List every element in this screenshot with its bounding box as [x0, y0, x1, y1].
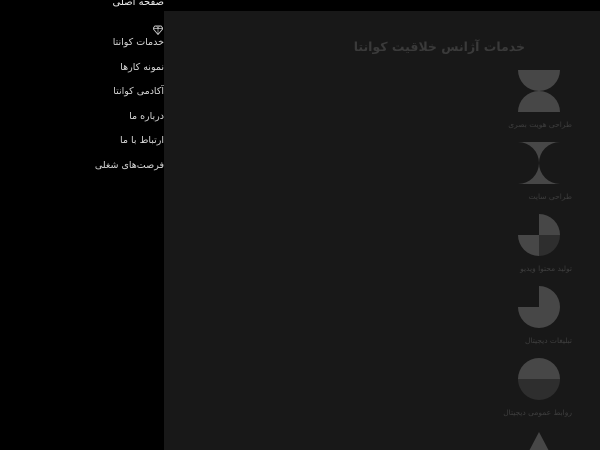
- split-circle-icon: [518, 358, 560, 400]
- diamond-icon: [153, 25, 163, 35]
- top-bar: [164, 0, 600, 11]
- nav-item-academy[interactable]: آکادمی کوانتا: [113, 86, 164, 97]
- service-label: طراحی سایت: [528, 192, 572, 201]
- service-label: طراحی هویت بصری: [508, 120, 572, 129]
- nav-item-portfolio[interactable]: نمونه کارها: [120, 62, 164, 73]
- service-label: روابط عمومی دیجیتال: [503, 408, 572, 417]
- bowtie-icon: [518, 142, 560, 184]
- service-label: تولید محتوا ویدیو: [520, 264, 572, 273]
- main-content: خدمات آژانس خلاقیت کوانتا طراحی هویت بصر…: [164, 11, 600, 450]
- three-quarter-pie-icon: [518, 286, 560, 328]
- page-title: خدمات آژانس خلاقیت کوانتا: [353, 39, 525, 54]
- hourglass-halves-icon: [518, 70, 560, 112]
- nav-home-link[interactable]: صفحه اصلی: [113, 0, 164, 8]
- app-window: صفحه اصلی خدمات کوانتا نمونه کارها آکادم…: [0, 0, 600, 450]
- quarter-pie-icon: [518, 214, 560, 256]
- nav-item-about[interactable]: درباره ما: [129, 111, 164, 122]
- nav-item-contact[interactable]: ارتباط با ما: [120, 135, 164, 146]
- nav-item-careers[interactable]: فرصت‌های شغلی: [95, 160, 164, 171]
- nav-item-services[interactable]: خدمات کوانتا: [113, 37, 164, 48]
- triangle-icon: [529, 432, 549, 450]
- sidebar-nav: صفحه اصلی خدمات کوانتا نمونه کارها آکادم…: [0, 0, 164, 450]
- service-label: تبلیغات دیجیتال: [525, 336, 572, 345]
